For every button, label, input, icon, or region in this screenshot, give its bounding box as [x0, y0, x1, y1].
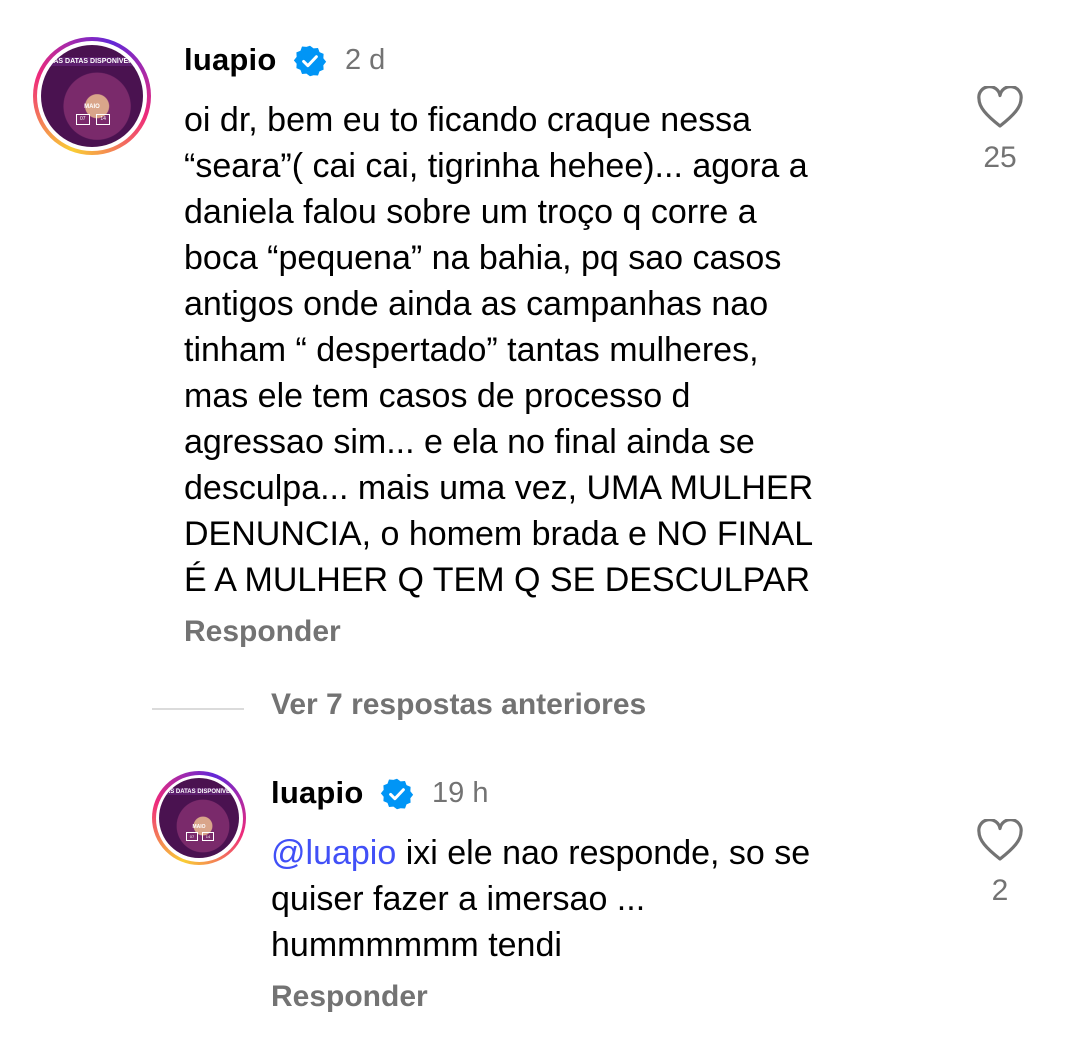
avatar[interactable]: VAS DATAS DISPONÍVEIS MAIO 07 14 — [152, 771, 246, 865]
verified-badge-icon — [380, 778, 414, 810]
view-previous-replies-button[interactable]: Ver 7 respostas anteriores — [271, 688, 646, 722]
heart-outline-icon[interactable] — [976, 819, 1024, 863]
comment-text: oi dr, bem eu to ficando craque nessa “s… — [184, 101, 814, 599]
comment-timestamp: 2 d — [345, 44, 386, 76]
avatar-image: VAS DATAS DISPONÍVEIS MAIO 07 14 — [41, 45, 143, 147]
avatar-banner-text: VAS DATAS DISPONÍVEIS — [41, 57, 143, 67]
comment-username[interactable]: luapio — [271, 775, 363, 811]
mention-link[interactable]: @luapio — [271, 834, 396, 872]
comment-timestamp: 19 h — [432, 777, 489, 809]
like-count: 2 — [991, 874, 1009, 907]
avatar-month-text: MAIO — [192, 824, 206, 831]
like-count: 25 — [983, 141, 1017, 174]
avatar-image: VAS DATAS DISPONÍVEIS MAIO 07 14 — [159, 778, 239, 858]
avatar-day-text: 14 — [96, 114, 111, 125]
avatar-month-text: MAIO — [84, 104, 100, 111]
replies-divider — [152, 708, 244, 710]
reply-button[interactable]: Responder — [184, 615, 341, 649]
avatar-day-text: 07 — [186, 832, 198, 841]
heart-outline-icon[interactable] — [976, 86, 1024, 130]
avatar-day-text: 14 — [202, 832, 214, 841]
verified-badge-icon — [293, 45, 327, 77]
reply-button[interactable]: Responder — [271, 980, 428, 1014]
avatar-banner-text: VAS DATAS DISPONÍVEIS — [159, 787, 239, 795]
comment-username[interactable]: luapio — [184, 42, 276, 78]
avatar-day-text: 07 — [75, 114, 90, 125]
comment-text: @luapio ixi ele nao responde, so se quis… — [271, 830, 931, 968]
avatar[interactable]: VAS DATAS DISPONÍVEIS MAIO 07 14 — [33, 37, 151, 155]
